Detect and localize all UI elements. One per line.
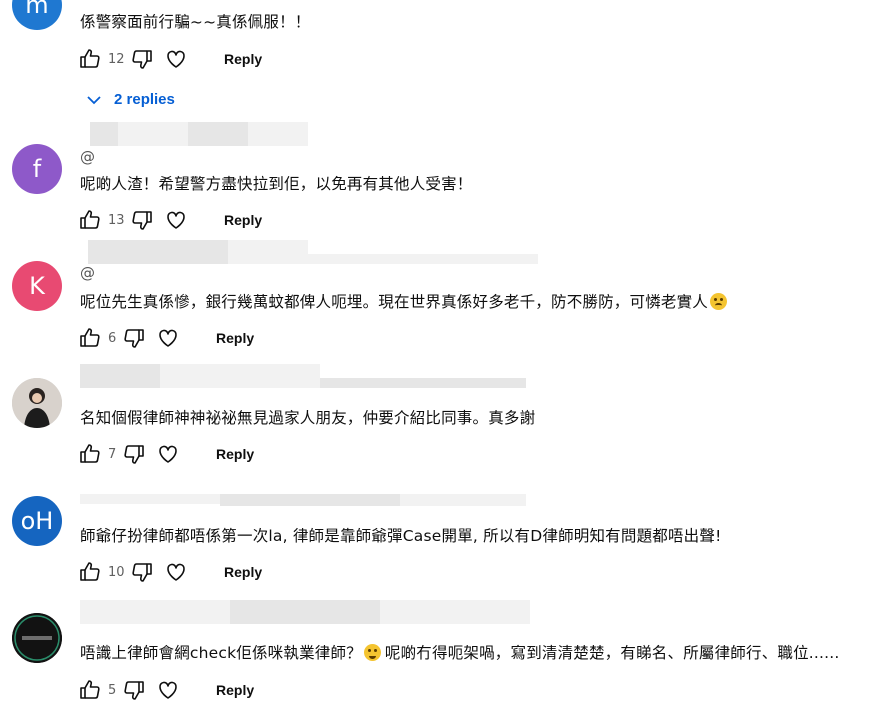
thumbs-down-icon — [132, 50, 152, 69]
laughing-emoji-icon — [363, 644, 381, 661]
thumbs-up-icon — [80, 210, 100, 229]
like-button[interactable] — [78, 47, 102, 71]
avatar-letter: f — [32, 155, 42, 183]
like-count: 7 — [108, 446, 117, 462]
like-count: 10 — [108, 564, 125, 580]
reply-button[interactable]: Reply — [224, 564, 262, 580]
heart-button[interactable] — [156, 326, 180, 350]
username-redacted — [80, 364, 540, 388]
avatar-letter: K — [29, 272, 45, 300]
thumbs-up-icon — [80, 680, 100, 699]
heart-icon — [167, 563, 185, 581]
comment-actions: 12 Reply — [78, 47, 262, 71]
reply-button[interactable]: Reply — [216, 330, 254, 346]
thumbs-down-icon — [124, 681, 144, 700]
username-redacted — [80, 482, 540, 506]
like-count: 13 — [108, 212, 125, 228]
username-handle[interactable]: @ — [80, 148, 95, 166]
heart-icon — [159, 681, 177, 699]
dislike-button[interactable] — [122, 442, 146, 466]
heart-button[interactable] — [164, 47, 188, 71]
thumbs-up-icon — [80, 49, 100, 68]
avatar[interactable]: m — [12, 0, 62, 30]
avatar-letter: oH — [20, 507, 54, 535]
username-redacted — [80, 240, 540, 264]
thumbs-down-icon — [124, 329, 144, 348]
heart-button[interactable] — [164, 560, 188, 584]
avatar[interactable]: f — [12, 144, 62, 194]
comment-text-before: 唔識上律師會網check佢係咪執業律師？ — [80, 644, 362, 662]
heart-icon — [159, 329, 177, 347]
thumbs-down-icon — [132, 211, 152, 230]
comment-actions: 5 Reply — [78, 678, 254, 702]
avatar[interactable]: K — [12, 261, 62, 311]
avatar-letter: m — [25, 0, 49, 19]
like-count: 6 — [108, 330, 117, 346]
comment-text: 名知個假律師神神祕祕無見過家人朋友，仲要介紹比同事。真多謝 — [80, 409, 536, 427]
comment-actions: 6 Reply — [78, 326, 254, 350]
comment-text-body: 呢位先生真係慘，銀行幾萬蚊都俾人呃埋。現在世界真係好多老千，防不勝防，可憐老實人 — [80, 293, 709, 311]
profile-photo-icon — [12, 378, 62, 428]
channel-logo-icon — [12, 613, 62, 663]
reply-button[interactable]: Reply — [216, 446, 254, 462]
heart-icon — [167, 50, 185, 68]
dislike-button[interactable] — [122, 678, 146, 702]
comment-text: 師爺仔扮律師都唔係第一次la, 律師是靠師爺彈Case開單, 所以有D律師明知有… — [80, 527, 722, 545]
like-button[interactable] — [78, 326, 102, 350]
comment-actions: 13 Reply — [78, 208, 262, 232]
heart-button[interactable] — [164, 208, 188, 232]
thumbs-down-icon — [124, 445, 144, 464]
sad-face-emoji-icon — [710, 293, 728, 310]
comment-actions: 7 Reply — [78, 442, 254, 466]
like-count: 12 — [108, 51, 125, 67]
like-button[interactable] — [78, 442, 102, 466]
show-replies-button[interactable]: 2 replies — [86, 91, 175, 108]
reply-button[interactable]: Reply — [224, 212, 262, 228]
heart-icon — [159, 445, 177, 463]
username-handle[interactable]: @ — [80, 264, 95, 282]
dislike-button[interactable] — [122, 326, 146, 350]
heart-icon — [167, 211, 185, 229]
thumbs-up-icon — [80, 444, 100, 463]
thumbs-down-icon — [132, 563, 152, 582]
like-button[interactable] — [78, 208, 102, 232]
heart-button[interactable] — [156, 678, 180, 702]
comment-text: 係警察面前行騙~~真係佩服！！ — [80, 13, 311, 31]
comment-text: 唔識上律師會網check佢係咪執業律師？ 呢啲冇得呃架喎，寫到清清楚楚，有睇名、所… — [80, 641, 840, 663]
dislike-button[interactable] — [130, 208, 154, 232]
like-button[interactable] — [78, 560, 102, 584]
comment-actions: 10 Reply — [78, 560, 262, 584]
chevron-down-icon — [87, 95, 101, 104]
reply-button[interactable]: Reply — [224, 51, 262, 67]
like-button[interactable] — [78, 678, 102, 702]
avatar[interactable] — [12, 378, 62, 428]
comment-text-after: 呢啲冇得呃架喎，寫到清清楚楚，有睇名、所屬律師行、職位...... — [384, 644, 840, 662]
username-redacted — [80, 122, 310, 146]
username-redacted — [80, 600, 540, 624]
reply-button[interactable]: Reply — [216, 682, 254, 698]
avatar[interactable]: oH — [12, 496, 62, 546]
thumbs-up-icon — [80, 328, 100, 347]
comment-text: 呢位先生真係慘，銀行幾萬蚊都俾人呃埋。現在世界真係好多老千，防不勝防，可憐老實人 — [80, 290, 728, 312]
heart-button[interactable] — [156, 442, 180, 466]
replies-label: 2 replies — [114, 91, 175, 108]
dislike-button[interactable] — [130, 560, 154, 584]
dislike-button[interactable] — [130, 47, 154, 71]
thumbs-up-icon — [80, 562, 100, 581]
comment-text: 呢啲人渣！希望警方盡快拉到佢，以免再有其他人受害！ — [80, 175, 473, 193]
avatar[interactable] — [12, 613, 62, 663]
like-count: 5 — [108, 682, 117, 698]
